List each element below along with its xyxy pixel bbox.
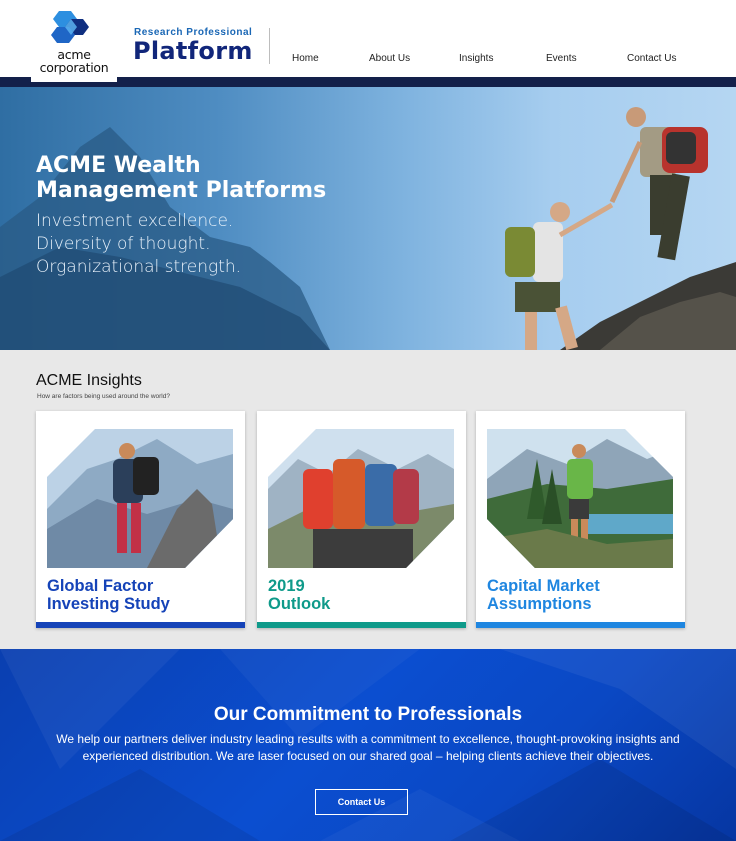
site-header: acme corporation Research Professional P… — [0, 0, 736, 82]
nav-events[interactable]: Events — [546, 53, 577, 64]
nav-contact-us[interactable]: Contact Us — [627, 53, 676, 64]
card-title[interactable]: Global Factor Investing Study — [47, 577, 170, 613]
insights-title: ACME Insights — [36, 372, 142, 389]
card-image — [268, 429, 454, 568]
insight-card-global-factor[interactable]: Global Factor Investing Study — [36, 411, 245, 628]
card-title[interactable]: 2019 Outlook — [268, 577, 330, 613]
contact-us-button[interactable]: Contact Us — [315, 789, 408, 815]
card-title-line: Outlook — [268, 595, 331, 613]
hero-line: Organizational strength. — [36, 257, 242, 277]
logo-line-2: corporation — [39, 60, 109, 75]
insight-card-2019-outlook[interactable]: 2019 Outlook — [257, 411, 466, 628]
commitment-title: Our Commitment to Professionals — [213, 704, 523, 725]
hero-line: Diversity of thought. — [36, 234, 211, 254]
nav-insights[interactable]: Insights — [459, 53, 493, 64]
hero-line: Investment excellence. — [36, 211, 234, 231]
hero-tagline: Investment excellence. Diversity of thou… — [36, 210, 241, 279]
card-accent-bar — [476, 622, 685, 628]
insight-card-capital-market[interactable]: Capital Market Assumptions — [476, 411, 685, 628]
card-accent-bar — [257, 622, 466, 628]
card-title-line: Capital Market — [487, 577, 600, 595]
card-title-line: 2019 — [268, 577, 305, 595]
card-image — [487, 429, 673, 568]
commitment-section: Our Commitment to Professionals We help … — [0, 649, 736, 841]
commitment-body: We help our partners deliver industry le… — [56, 732, 680, 763]
card-image — [47, 429, 233, 568]
insights-subtitle: How are factors being used around the wo… — [37, 393, 170, 400]
card-title[interactable]: Capital Market Assumptions — [487, 577, 600, 613]
acme-logo[interactable]: acme corporation — [31, 6, 117, 82]
nav-home[interactable]: Home — [292, 53, 319, 64]
nav-about-us[interactable]: About Us — [369, 53, 410, 64]
hero-title: ACME Wealth Management Platforms — [36, 153, 327, 203]
logo-cubes-icon — [51, 11, 89, 43]
hero-banner: ACME Wealth Management Platforms Investm… — [0, 87, 736, 350]
insights-section: ACME Insights How are factors being used… — [0, 350, 736, 649]
card-title-line: Global Factor — [47, 577, 154, 595]
logo-text: acme corporation — [31, 48, 117, 74]
card-accent-bar — [36, 622, 245, 628]
card-title-line: Assumptions — [487, 595, 592, 613]
card-title-line: Investing Study — [47, 595, 170, 613]
